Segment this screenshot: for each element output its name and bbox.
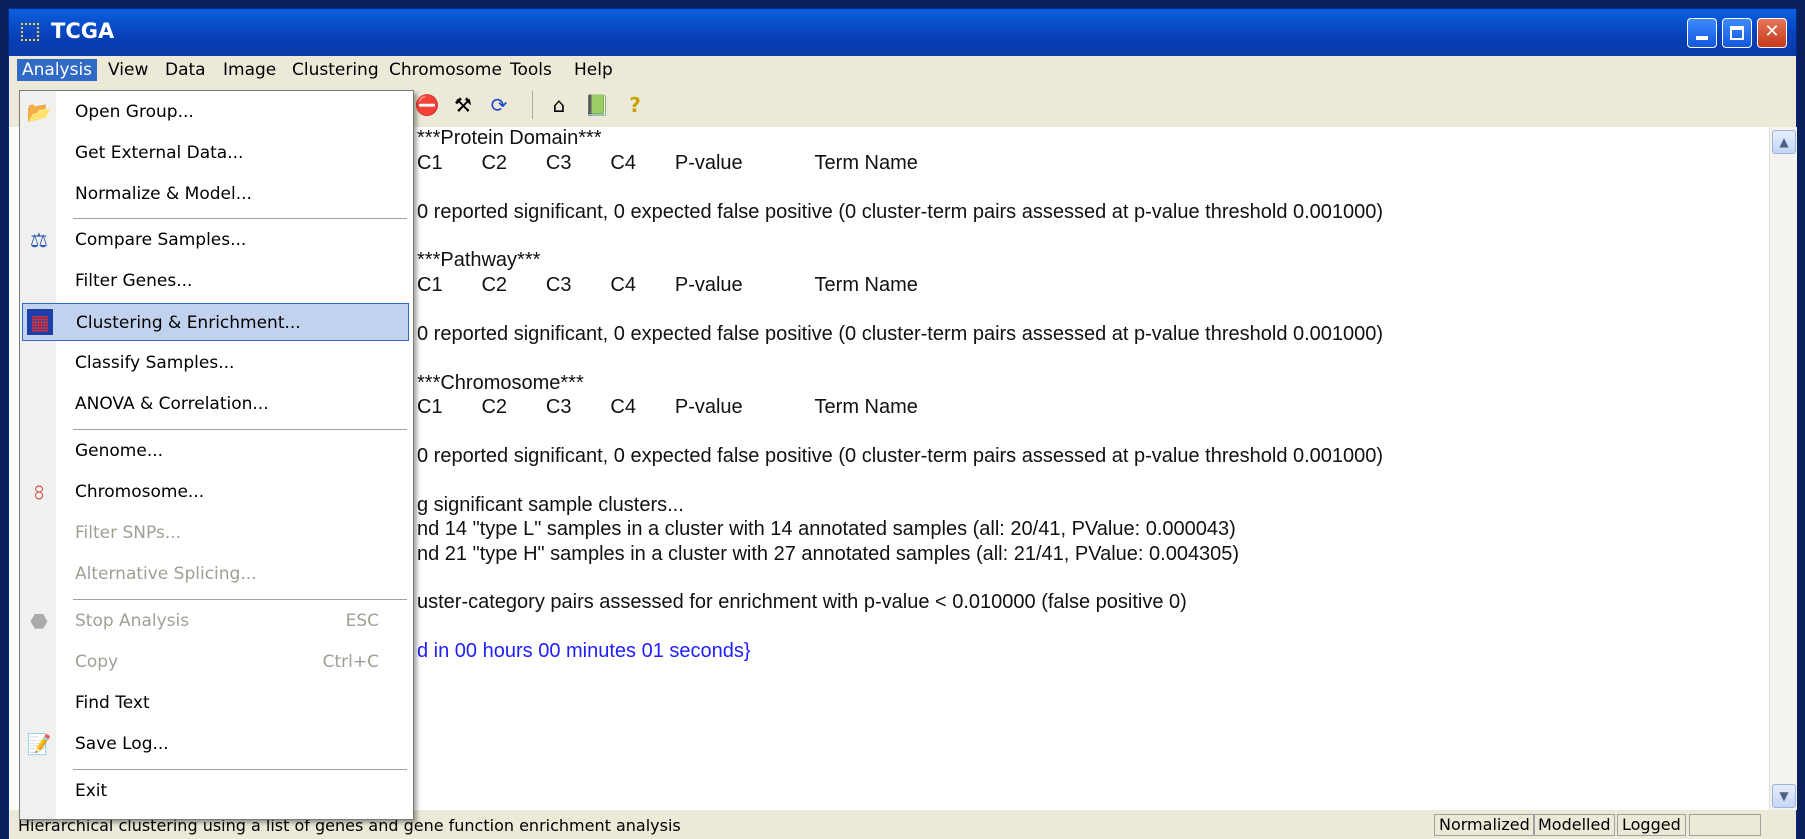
log-line: C1 C2 C3 C4 P-value Term Name — [417, 152, 918, 174]
chromosome-icon: 𝟾 — [32, 480, 46, 504]
analysis-menu: 📂 Open Group... Get External Data... Nor… — [19, 90, 414, 820]
minimize-icon — [1696, 36, 1708, 40]
tools-icon[interactable]: ⚒ — [449, 91, 477, 119]
menu-separator — [73, 429, 407, 431]
log-line: C1 C2 C3 C4 P-value Term Name — [417, 274, 918, 296]
scroll-down-button[interactable]: ▼ — [1772, 784, 1796, 808]
book-icon[interactable]: 📗 — [583, 91, 611, 119]
close-icon: ✕ — [1764, 21, 1780, 42]
menu-item-stop-analysis: ⬣ Stop Analysis ESC — [22, 602, 409, 640]
log-line: nd 14 "type L" samples in a cluster with… — [417, 518, 1236, 540]
menu-clustering[interactable]: Clustering — [287, 59, 384, 81]
menu-separator — [73, 769, 407, 771]
scroll-up-button[interactable]: ▲ — [1772, 130, 1796, 154]
status-empty — [1689, 814, 1761, 836]
open-folder-icon: 📂 — [26, 100, 52, 124]
menu-data[interactable]: Data — [160, 59, 211, 81]
refresh-icon[interactable]: ⟳ — [485, 91, 513, 119]
log-line: g significant sample clusters... — [417, 494, 684, 516]
status-normalized: Normalized — [1434, 814, 1535, 836]
menu-bar: Analysis View Data Image Clustering Chro… — [9, 56, 1796, 84]
title-bar[interactable]: TCGA ✕ — [9, 9, 1796, 56]
menu-separator — [73, 218, 407, 220]
menu-item-filter-genes[interactable]: Filter Genes... — [22, 262, 409, 300]
menu-item-genome[interactable]: Genome... — [22, 432, 409, 470]
vertical-scrollbar[interactable]: ▲ ▼ — [1769, 127, 1797, 810]
menu-item-compare-samples[interactable]: ⚖ Compare Samples... — [22, 221, 409, 259]
menu-item-alternative-splicing: Alternative Splicing... — [75, 564, 257, 584]
menu-item-chromosome[interactable]: 𝟾 Chromosome... — [22, 473, 409, 511]
log-line: ***Pathway*** — [417, 249, 541, 271]
log-line: 0 reported significant, 0 expected false… — [417, 201, 1384, 223]
menu-item-normalize-model[interactable]: Normalize & Model... — [22, 175, 409, 213]
log-line: ***Protein Domain*** — [417, 127, 602, 149]
status-logged: Logged — [1617, 814, 1686, 836]
menu-item-get-external-data[interactable]: Get External Data... — [22, 134, 409, 172]
home-icon[interactable]: ⌂ — [545, 91, 573, 119]
menu-item-filter-snps: Filter SNPs... — [75, 523, 182, 543]
toolbar-separator — [532, 91, 533, 119]
menu-image[interactable]: Image — [218, 59, 281, 81]
stop-icon: ⬣ — [30, 609, 48, 633]
help-icon[interactable]: ? — [621, 91, 649, 119]
log-line: 0 reported significant, 0 expected false… — [417, 323, 1384, 345]
minimize-button[interactable] — [1687, 18, 1717, 48]
log-line: ***Chromosome*** — [417, 372, 584, 394]
menu-item-copy: Copy Ctrl+C — [75, 652, 379, 672]
menu-item-open-group[interactable]: 📂 Open Group... — [22, 93, 409, 131]
menu-separator — [73, 599, 407, 601]
balance-scale-icon: ⚖ — [30, 228, 48, 252]
log-line: uster-category pairs assessed for enrich… — [417, 591, 1187, 613]
menu-item-exit[interactable]: Exit — [22, 772, 409, 810]
log-line: nd 21 "type H" samples in a cluster with… — [417, 543, 1240, 565]
menu-chromosome[interactable]: Chromosome — [384, 59, 507, 81]
clustering-icon: ▦ — [27, 309, 53, 335]
app-icon — [21, 23, 39, 41]
close-button[interactable]: ✕ — [1757, 18, 1787, 48]
menu-item-find-text[interactable]: Find Text — [22, 684, 409, 722]
log-line: C1 C2 C3 C4 P-value Term Name — [417, 396, 918, 418]
save-log-icon: 📝 — [26, 732, 52, 756]
menu-item-anova-correlation[interactable]: ANOVA & Correlation... — [22, 385, 409, 423]
status-modelled: Modelled — [1533, 814, 1616, 836]
menu-item-classify-samples[interactable]: Classify Samples... — [22, 344, 409, 382]
maximize-button[interactable] — [1722, 18, 1752, 48]
menu-tools[interactable]: Tools — [505, 59, 557, 81]
stop-icon[interactable]: ⛔ — [413, 91, 441, 119]
menu-analysis[interactable]: Analysis — [17, 59, 98, 81]
menu-item-clustering-enrichment[interactable]: ▦ Clustering & Enrichment... — [22, 303, 409, 341]
log-line-elapsed: d in 00 hours 00 minutes 01 seconds} — [417, 640, 751, 662]
menu-item-save-log[interactable]: 📝 Save Log... — [22, 725, 409, 763]
menu-help[interactable]: Help — [569, 59, 618, 81]
window-title: TCGA — [51, 19, 115, 43]
menu-view[interactable]: View — [103, 59, 153, 81]
log-line: 0 reported significant, 0 expected false… — [417, 445, 1384, 467]
maximize-icon — [1730, 26, 1744, 40]
